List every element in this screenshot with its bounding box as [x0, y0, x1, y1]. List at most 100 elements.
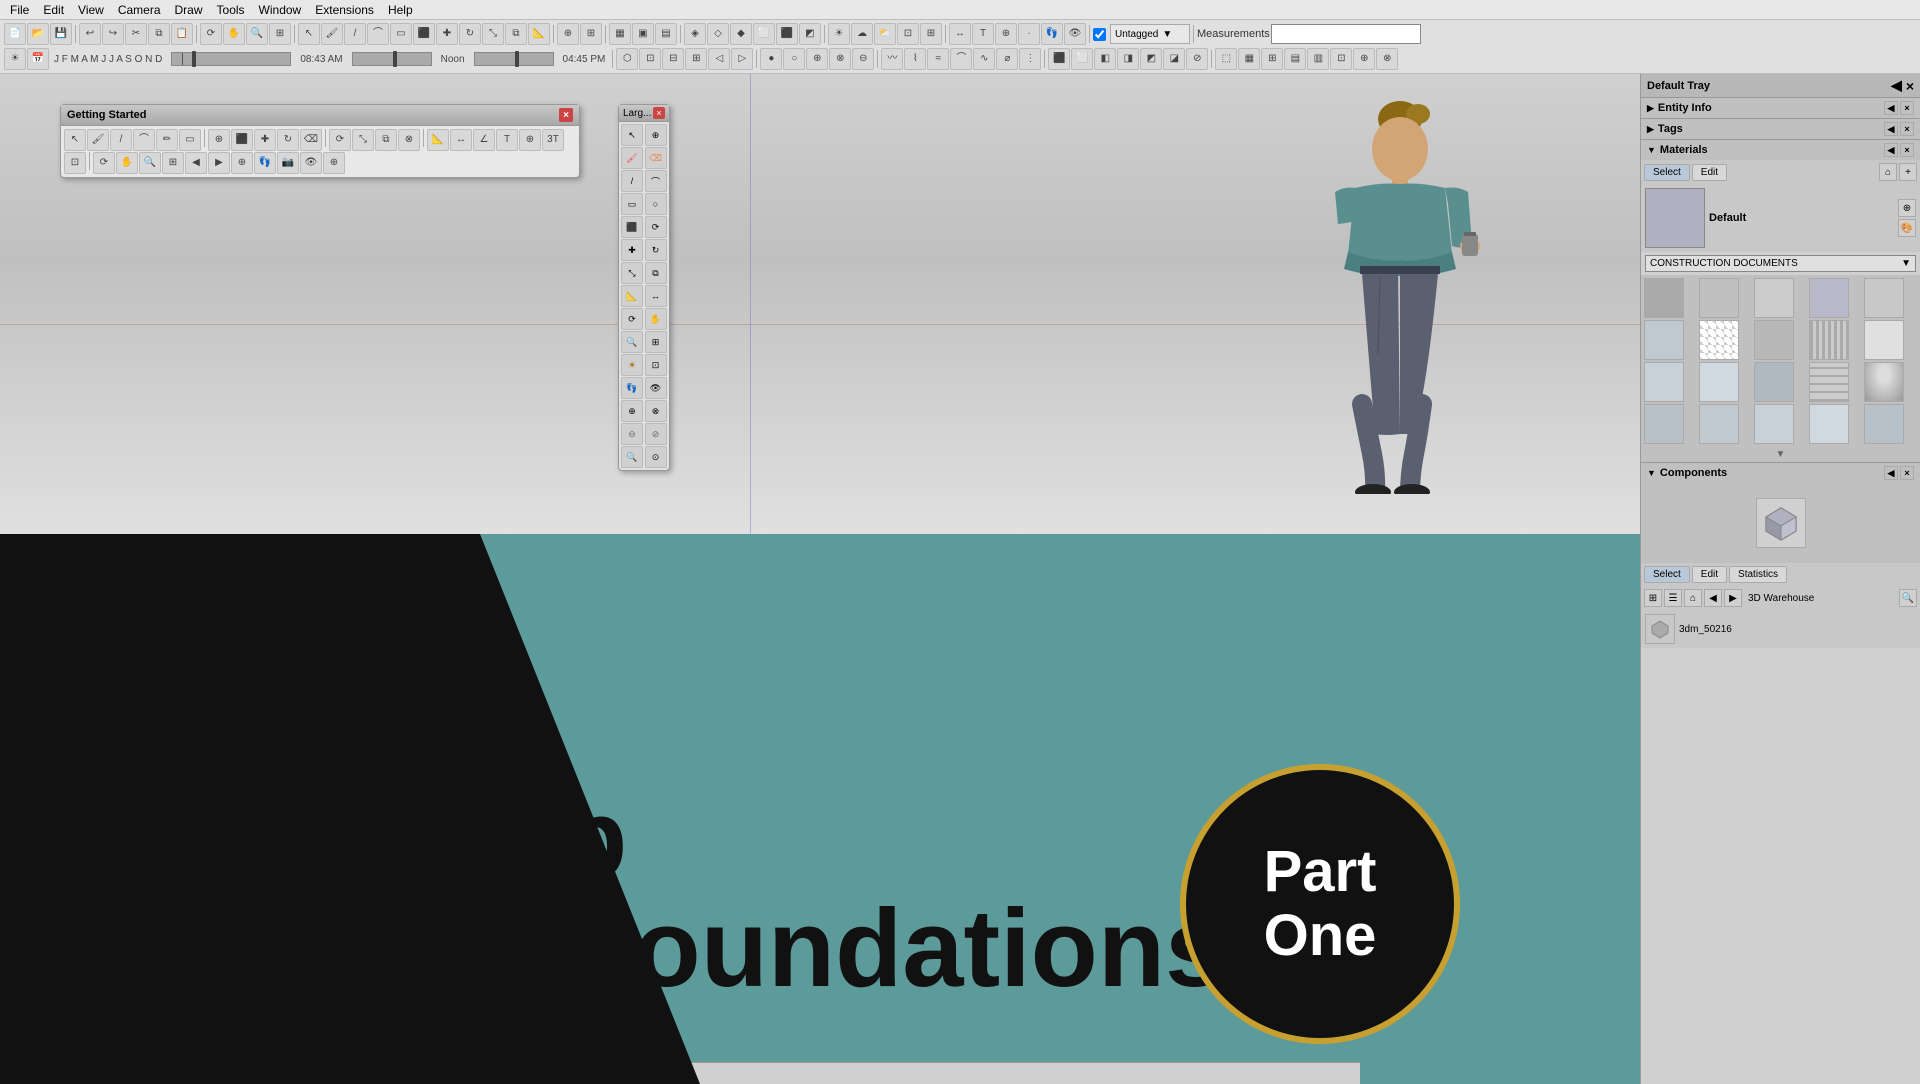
mat-cell[interactable] — [1699, 404, 1739, 444]
lt-move[interactable]: ✚ — [621, 239, 643, 261]
lt-arc[interactable]: ⌒ — [645, 170, 667, 192]
tags-close[interactable]: × — [1900, 122, 1914, 136]
comp-grid-view[interactable]: ⊞ — [1644, 589, 1662, 607]
gs-look-tool[interactable]: 👁 — [300, 152, 322, 174]
styles3-button[interactable]: ◆ — [730, 23, 752, 45]
comp-statistics-tab[interactable]: Statistics — [1729, 566, 1787, 583]
components-undock[interactable]: ◀ — [1884, 466, 1898, 480]
lt-orbit[interactable]: ⟳ — [621, 308, 643, 330]
lt-push[interactable]: ⬛ — [621, 216, 643, 238]
comp-search-icon-btn[interactable]: 🔍 — [1899, 589, 1917, 607]
extra5-button[interactable]: ◩ — [1140, 48, 1162, 70]
comp-edit-tab[interactable]: Edit — [1692, 566, 1727, 583]
lt-circle[interactable]: ○ — [645, 193, 667, 215]
mat-cell[interactable] — [1754, 362, 1794, 402]
mat-cell[interactable] — [1644, 362, 1684, 402]
section2-button[interactable]: ⊞ — [920, 23, 942, 45]
comp-list-item[interactable]: 3dm_50216 — [1645, 614, 1916, 644]
open-button[interactable]: 📂 — [27, 23, 49, 45]
mat-cell[interactable] — [1864, 404, 1904, 444]
dimension-button[interactable]: ↔ — [949, 23, 971, 45]
shaded-button[interactable]: ◩ — [799, 23, 821, 45]
measurements-input[interactable] — [1271, 24, 1421, 44]
lt-extra5[interactable]: 🔍 — [621, 446, 643, 468]
layout5-button[interactable]: ▥ — [1307, 48, 1329, 70]
lt-scale[interactable]: ⤡ — [621, 262, 643, 284]
menu-edit[interactable]: Edit — [37, 2, 70, 18]
layout2-button[interactable]: ▦ — [1238, 48, 1260, 70]
mat-cell[interactable] — [1809, 404, 1849, 444]
materials-undock[interactable]: ◀ — [1884, 143, 1898, 157]
entity-info-header[interactable]: ▶ Entity Info ◀ × — [1641, 98, 1920, 118]
paint-tool-button[interactable]: 🖌 — [321, 23, 343, 45]
shadow-on-button[interactable]: ☀ — [4, 48, 26, 70]
comp-back-btn[interactable]: ◀ — [1704, 589, 1722, 607]
front-button[interactable]: ⊟ — [662, 48, 684, 70]
mat-cell[interactable] — [1754, 278, 1794, 318]
gs-zoom-tool[interactable]: 🔍 — [139, 152, 161, 174]
menu-window[interactable]: Window — [253, 2, 308, 18]
gs-zoom-sel-tool[interactable]: ⊕ — [231, 152, 253, 174]
gs-intersect-tool[interactable]: ⊗ — [398, 129, 420, 151]
entity-info-undock[interactable]: ◀ — [1884, 101, 1898, 115]
sandbox1-button[interactable]: 〰 — [881, 48, 903, 70]
lt-extra1[interactable]: ⊕ — [621, 400, 643, 422]
mat-edit-tab[interactable]: Edit — [1692, 164, 1727, 181]
rect-tool-button[interactable]: ▭ — [390, 23, 412, 45]
gs-pan-tool[interactable]: ✋ — [116, 152, 138, 174]
zoom-button[interactable]: 🔍 — [246, 23, 268, 45]
extra7-button[interactable]: ⊘ — [1186, 48, 1208, 70]
copy-button[interactable]: ⧉ — [148, 23, 170, 45]
gs-zoom-plus-tool[interactable]: ⊕ — [323, 152, 345, 174]
mat-cell[interactable] — [1754, 404, 1794, 444]
gs-prev-view-tool[interactable]: ◀ — [185, 152, 207, 174]
gs-protractor-tool[interactable]: ∠ — [473, 129, 495, 151]
lt-offset[interactable]: ⧉ — [645, 262, 667, 284]
gs-zoom-window-tool[interactable]: ⊞ — [162, 152, 184, 174]
lt-erase[interactable]: ⌫ — [645, 147, 667, 169]
extra3-button[interactable]: ◧ — [1094, 48, 1116, 70]
mat-cell[interactable] — [1809, 320, 1849, 360]
lt-zoom-ext[interactable]: ⊞ — [645, 331, 667, 353]
gs-arc-tool[interactable]: ⌒ — [133, 129, 155, 151]
materials-dropdown[interactable]: CONSTRUCTION DOCUMENTS ▼ — [1645, 255, 1916, 272]
sandbox3-button[interactable]: ≈ — [927, 48, 949, 70]
untagged-checkbox[interactable] — [1093, 28, 1106, 41]
axes-button[interactable]: ⊕ — [995, 23, 1017, 45]
styles1-button[interactable]: ◈ — [684, 23, 706, 45]
mat-cell[interactable] — [1864, 320, 1904, 360]
large-toolbar-close-button[interactable]: × — [653, 107, 665, 119]
look-button[interactable]: 👁 — [1064, 23, 1086, 45]
menu-camera[interactable]: Camera — [112, 2, 167, 18]
extra4-button[interactable]: ◨ — [1117, 48, 1139, 70]
gs-position-tool[interactable]: 📷 — [277, 152, 299, 174]
walk-button[interactable]: 👣 — [1041, 23, 1063, 45]
layout4-button[interactable]: ▤ — [1284, 48, 1306, 70]
layout7-button[interactable]: ⊕ — [1353, 48, 1375, 70]
menu-extensions[interactable]: Extensions — [309, 2, 380, 18]
redo-button[interactable]: ↪ — [102, 23, 124, 45]
mat-select-tab[interactable]: Select — [1644, 164, 1690, 181]
offset-tool-button[interactable]: ⧉ — [505, 23, 527, 45]
top-button[interactable]: ⊡ — [639, 48, 661, 70]
lt-follow[interactable]: ⟳ — [645, 216, 667, 238]
view2-button[interactable]: ▣ — [632, 23, 654, 45]
text-button[interactable]: T — [972, 23, 994, 45]
mat-cell[interactable] — [1699, 362, 1739, 402]
lt-extra6[interactable]: ⊙ — [645, 446, 667, 468]
solid5-button[interactable]: ⊖ — [852, 48, 874, 70]
mat-cell[interactable] — [1644, 320, 1684, 360]
mat-cell[interactable] — [1809, 278, 1849, 318]
extra6-button[interactable]: ◪ — [1163, 48, 1185, 70]
mat-cell[interactable] — [1864, 362, 1904, 402]
layout6-button[interactable]: ⊡ — [1330, 48, 1352, 70]
tape-tool-button[interactable]: 📐 — [528, 23, 550, 45]
scale-tool-button[interactable]: ⤡ — [482, 23, 504, 45]
gs-tape-tool[interactable]: 📐 — [427, 129, 449, 151]
zoom-extents-button[interactable]: ⊞ — [269, 23, 291, 45]
point-button[interactable]: · — [1018, 23, 1040, 45]
gs-shape-tool[interactable]: ▭ — [179, 129, 201, 151]
mat-cell[interactable] — [1754, 320, 1794, 360]
sandbox6-button[interactable]: ⌀ — [996, 48, 1018, 70]
right-button[interactable]: ▷ — [731, 48, 753, 70]
